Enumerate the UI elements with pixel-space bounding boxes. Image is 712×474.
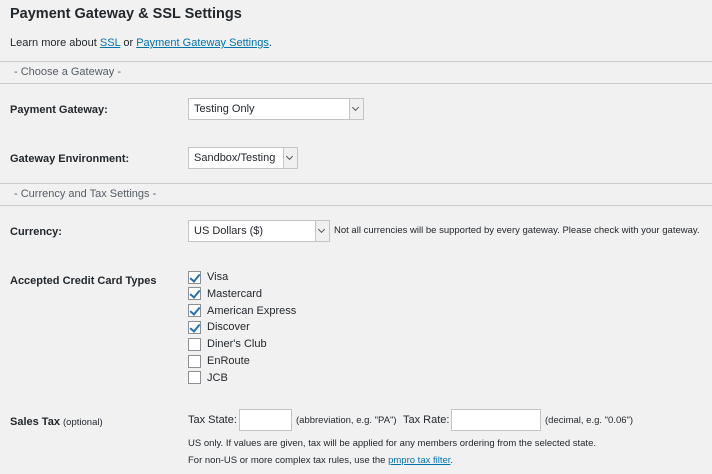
sales-tax-optional: (optional) [63, 417, 103, 428]
tax-state-hint: (abbreviation, e.g. "PA") [296, 415, 397, 426]
credit-card-label: American Express [207, 304, 297, 317]
intro-text: Learn more about SSL or Payment Gateway … [10, 37, 272, 49]
credit-card-option[interactable]: EnRoute [188, 353, 250, 369]
checkbox-checked[interactable] [188, 304, 201, 318]
credit-card-types-label: Accepted Credit Card Types [10, 275, 157, 287]
checkbox-checked[interactable] [188, 320, 201, 334]
currency-value: US Dollars ($) [194, 225, 264, 237]
note-filter-suffix: . [450, 455, 454, 466]
section-currency-tax: - Currency and Tax Settings - [0, 183, 712, 206]
payment-gateway-settings-link[interactable]: Payment Gateway Settings [136, 37, 269, 49]
intro-suffix: . [268, 37, 272, 49]
chevron-down-icon [283, 148, 297, 168]
credit-card-option[interactable]: Discover [188, 319, 250, 335]
tax-state-label: Tax State: [188, 414, 237, 426]
tax-rate-label: Tax Rate: [403, 414, 450, 426]
payment-gateway-label: Payment Gateway: [10, 104, 108, 116]
checkbox-unchecked[interactable] [188, 354, 201, 368]
note-filter-prefix: For non-US or more complex tax rules, us… [188, 455, 389, 466]
checkbox-checked[interactable] [188, 287, 201, 301]
sales-tax-note-us-only: US only. If values are given, tax will b… [188, 438, 596, 449]
currency-note: Not all currencies will be supported by … [334, 225, 700, 236]
gateway-environment-label: Gateway Environment: [10, 153, 130, 165]
credit-card-label: Visa [207, 271, 229, 283]
gateway-environment-select[interactable]: Sandbox/Testing [188, 147, 298, 169]
credit-card-label: JCB [207, 371, 228, 384]
sales-tax-note-filter: For non-US or more complex tax rules, us… [188, 455, 453, 466]
currency-select[interactable]: US Dollars ($) [188, 220, 330, 242]
credit-card-option[interactable]: American Express [188, 303, 296, 319]
sales-tax-label: Sales Tax (optional) [10, 416, 103, 428]
sales-tax-title: Sales Tax [10, 416, 60, 428]
pmpro-tax-filter-link[interactable]: pmpro tax filter [388, 455, 450, 466]
payment-gateway-select[interactable]: Testing Only [188, 98, 364, 120]
chevron-down-icon [315, 221, 329, 241]
chevron-down-icon [349, 99, 363, 119]
checkbox-unchecked[interactable] [188, 371, 201, 385]
credit-card-option[interactable]: Mastercard [188, 286, 262, 302]
credit-card-label: EnRoute [207, 355, 250, 367]
checkbox-checked[interactable] [188, 270, 201, 284]
currency-label: Currency: [10, 226, 62, 238]
payment-gateway-value: Testing Only [194, 103, 255, 115]
credit-card-option[interactable]: Visa [188, 269, 228, 285]
tax-state-input[interactable] [239, 409, 292, 431]
credit-card-label: Diner's Club [207, 338, 267, 351]
intro-prefix: Learn more about [10, 37, 100, 49]
credit-card-label: Mastercard [207, 287, 263, 300]
gateway-environment-value: Sandbox/Testing [194, 152, 276, 164]
tax-rate-input[interactable] [451, 409, 541, 431]
tax-rate-hint: (decimal, e.g. "0.06") [545, 415, 634, 426]
section-choose-gateway: - Choose a Gateway - [0, 61, 712, 84]
page-title: Payment Gateway & SSL Settings [10, 6, 242, 22]
checkbox-unchecked[interactable] [188, 337, 201, 351]
intro-middle: or [120, 37, 137, 49]
credit-card-label: Discover [207, 321, 250, 334]
credit-card-option[interactable]: Diner's Club [188, 336, 267, 352]
ssl-link[interactable]: SSL [100, 37, 120, 49]
credit-card-option[interactable]: JCB [188, 370, 228, 386]
